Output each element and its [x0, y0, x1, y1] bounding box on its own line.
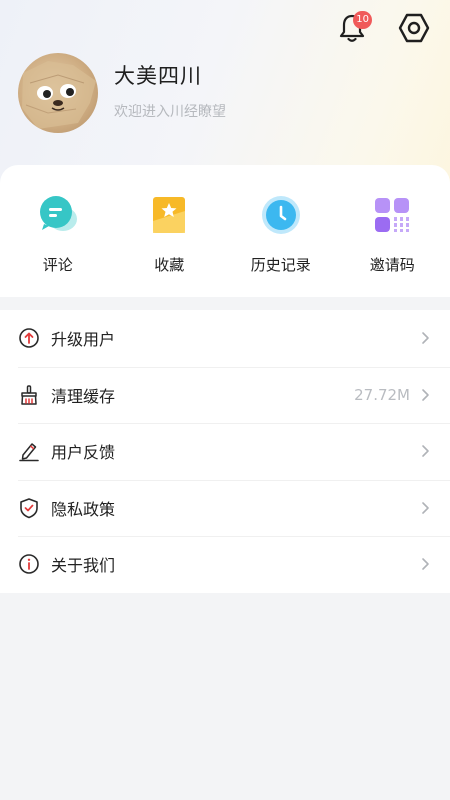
info-icon: [18, 553, 40, 575]
menu-label: 关于我们: [51, 556, 116, 576]
menu-item-privacy[interactable]: 隐私政策: [0, 479, 450, 537]
notification-badge: 10: [353, 11, 372, 29]
menu-label: 清理缓存: [51, 386, 116, 406]
username: 大美四川: [114, 63, 202, 88]
menu-label: 隐私政策: [51, 499, 116, 519]
menu-label: 用户反馈: [51, 443, 116, 463]
welcome-text: 欢迎进入川经瞭望: [114, 103, 226, 120]
chevron-right-icon: [422, 388, 429, 401]
quick-action-history[interactable]: 历史记录: [229, 165, 333, 297]
chevron-right-icon: [422, 445, 429, 458]
avatar-image: [22, 61, 96, 129]
avatar[interactable]: [18, 53, 98, 133]
menu-item-feedback[interactable]: 用户反馈: [0, 423, 450, 480]
notification-button[interactable]: 10: [334, 10, 372, 46]
settings-button[interactable]: [396, 10, 432, 46]
profile-section[interactable]: 大美四川 欢迎进入川经瞭望: [18, 53, 226, 133]
settings-menu: 升级用户 清理缓存 27.72M 用户反馈 隐私政策 关于我们: [0, 310, 450, 593]
profile-text: 大美四川 欢迎进入川经瞭望: [114, 60, 226, 121]
top-toolbar: 10: [334, 10, 432, 46]
chevron-right-icon: [422, 501, 429, 514]
quick-action-comment[interactable]: 评论: [6, 165, 110, 297]
quick-actions-card: 评论 收藏 历史记录 邀请码: [0, 165, 450, 297]
quick-action-label: 历史记录: [250, 256, 311, 274]
menu-item-clear-cache[interactable]: 清理缓存 27.72M: [0, 366, 450, 424]
menu-label: 升级用户: [51, 330, 116, 350]
upgrade-arrow-icon: [18, 327, 40, 349]
menu-item-about[interactable]: 关于我们: [0, 536, 450, 593]
invite-code-grid-icon: [370, 193, 414, 237]
chevron-right-icon: [422, 558, 429, 571]
quick-action-invite[interactable]: 邀请码: [340, 165, 444, 297]
broom-icon: [18, 384, 40, 406]
favorite-star-icon: [147, 193, 191, 237]
comment-icon: [36, 193, 80, 237]
menu-item-upgrade[interactable]: 升级用户: [0, 310, 450, 367]
history-clock-icon: [259, 193, 303, 237]
quick-action-label: 邀请码: [369, 256, 415, 274]
shield-check-icon: [18, 497, 40, 519]
quick-action-favorite[interactable]: 收藏: [117, 165, 221, 297]
chevron-right-icon: [422, 332, 429, 345]
quick-action-label: 收藏: [154, 256, 185, 274]
cache-size: 27.72M: [354, 385, 410, 404]
settings-hexagon-icon: [398, 13, 430, 43]
quick-action-label: 评论: [42, 256, 73, 274]
edit-pen-icon: [18, 440, 40, 462]
